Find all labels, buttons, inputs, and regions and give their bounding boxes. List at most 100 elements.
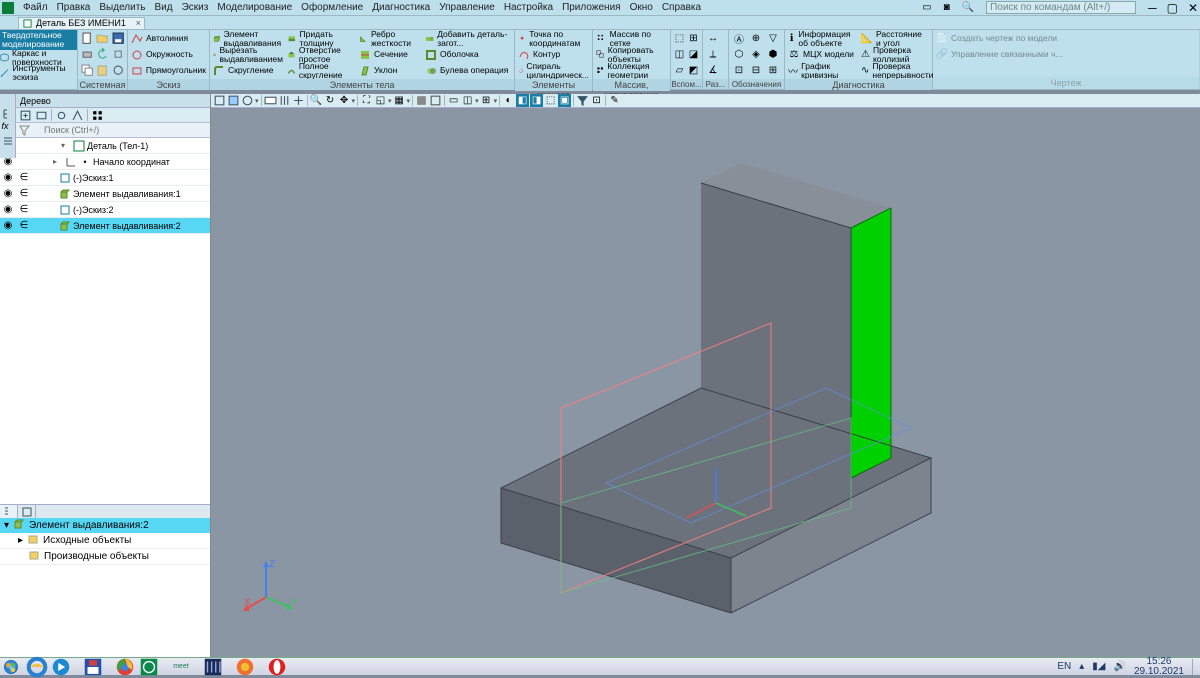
add-part[interactable]: Добавить деталь-загот... — [425, 31, 511, 46]
viewport-3d[interactable]: Z X Y — [211, 108, 1200, 657]
vt-filter[interactable] — [576, 94, 589, 107]
vt-ortho[interactable]: ◱ — [374, 94, 387, 107]
start-button[interactable] — [2, 659, 24, 675]
menu-manage[interactable]: Управление — [439, 2, 495, 13]
include-icon[interactable]: ∈ — [17, 220, 31, 231]
maximize-button[interactable]: ▢ — [1167, 1, 1178, 15]
menu-view[interactable]: Вид — [155, 2, 173, 13]
prop-row-source[interactable]: ▸ Исходные объекты — [0, 533, 210, 549]
close-button[interactable]: ✕ — [1188, 1, 1198, 15]
tree-icon[interactable] — [2, 108, 14, 120]
menu-settings[interactable]: Настройка — [504, 2, 553, 13]
doc-tab[interactable]: Деталь БЕЗ ИМЕНИ1 × — [18, 17, 145, 29]
aux3[interactable]: ◫ — [674, 47, 685, 61]
undo-icon[interactable] — [96, 47, 108, 61]
dim2[interactable]: ⟂ — [706, 47, 720, 61]
tree-origin[interactable]: ◉ ▸ • Начало координат — [0, 154, 210, 170]
tt-5[interactable] — [91, 109, 104, 122]
thicken[interactable]: Придать толщину — [287, 31, 355, 46]
tt-3[interactable] — [55, 109, 68, 122]
vt-h[interactable]: ▣ — [558, 94, 571, 107]
ann1[interactable]: Ⓐ — [732, 31, 746, 45]
print-icon[interactable] — [81, 47, 93, 61]
tb-save[interactable] — [82, 659, 104, 674]
ann8[interactable]: ⊟ — [749, 63, 763, 77]
close-tab-icon[interactable]: × — [136, 18, 141, 28]
extrude[interactable]: Элемент выдавливания — [213, 31, 283, 46]
cut-extrude[interactable]: Вырезать выдавливанием — [213, 47, 283, 62]
menu-file[interactable]: Файл — [23, 2, 48, 13]
mass-props[interactable]: ⚖МЦХ модели — [788, 47, 859, 62]
dim1[interactable]: ↔ — [706, 31, 720, 45]
prop-tab-1[interactable] — [0, 505, 18, 519]
prop-header[interactable]: ▾ Элемент выдавливания:2 — [0, 518, 210, 533]
vt-2[interactable] — [227, 94, 240, 107]
vt-pan[interactable]: ✥ — [338, 94, 351, 107]
spiral[interactable]: Спираль цилиндрическ... — [518, 63, 589, 78]
save-icon[interactable] — [112, 31, 124, 45]
tree-root[interactable]: ▾ Деталь (Тел-1) — [0, 138, 210, 154]
aux2[interactable]: ⊞ — [688, 31, 699, 45]
menu-diag[interactable]: Диагностика — [372, 2, 430, 13]
tray-net-icon[interactable]: ▮◢ — [1092, 661, 1105, 672]
vt-4[interactable] — [264, 94, 277, 107]
full-fillet[interactable]: Полное скругление — [287, 63, 355, 78]
shell[interactable]: Оболочка — [425, 47, 511, 62]
include-icon[interactable]: ∈ — [17, 204, 31, 215]
menu-help[interactable]: Справка — [662, 2, 701, 13]
copy-icon[interactable] — [81, 63, 93, 77]
props-icon[interactable] — [112, 63, 124, 77]
aux5[interactable]: ▱ — [674, 63, 685, 77]
vt-e[interactable]: ◧ — [516, 94, 529, 107]
prop-tab-2[interactable] — [18, 505, 36, 519]
tb-ie[interactable] — [26, 659, 48, 674]
vt-1[interactable] — [213, 94, 226, 107]
continuity[interactable]: ∿Проверка непрерывности — [861, 63, 929, 78]
tb-app1[interactable] — [202, 659, 224, 674]
pattern-grid[interactable]: Массив по сетке — [596, 31, 667, 46]
rib[interactable]: Ребро жесткости — [359, 31, 421, 46]
menu-apps[interactable]: Приложения — [562, 2, 621, 13]
show-desktop[interactable] — [1192, 659, 1198, 675]
point-coord[interactable]: Точка по координатам — [518, 31, 589, 46]
vt-j[interactable]: ✎ — [608, 94, 621, 107]
aux4[interactable]: ◪ — [688, 47, 699, 61]
menu-model[interactable]: Моделирование — [217, 2, 292, 13]
tb-opera[interactable] — [266, 659, 288, 674]
layers-icon[interactable] — [2, 134, 14, 146]
vt-5[interactable] — [278, 94, 291, 107]
menu-design[interactable]: Оформление — [301, 2, 363, 13]
menu-select[interactable]: Выделить — [99, 2, 145, 13]
vt-f[interactable]: ◨ — [530, 94, 543, 107]
visibility-icon[interactable]: ◉ — [1, 220, 15, 231]
rectangle[interactable]: Прямоугольник — [131, 63, 206, 78]
filter-icon[interactable] — [19, 125, 30, 136]
tb-kompas[interactable] — [138, 659, 160, 674]
ann2[interactable]: ⊕ — [749, 31, 763, 45]
tt-1[interactable] — [19, 109, 32, 122]
vt-6[interactable] — [292, 94, 305, 107]
ann3[interactable]: ▽ — [766, 31, 780, 45]
include-icon[interactable]: ∈ — [17, 188, 31, 199]
section[interactable]: Сечение — [359, 47, 421, 62]
dim3[interactable]: ∡ — [706, 63, 720, 77]
vt-persp[interactable]: ▦ — [393, 94, 406, 107]
curvature[interactable]: 〰График кривизны — [788, 63, 859, 78]
collection[interactable]: Коллекция геометрии — [596, 63, 667, 78]
minimize-button[interactable]: ─ — [1148, 1, 1157, 15]
redo-icon[interactable] — [112, 47, 124, 61]
tt-2[interactable] — [35, 109, 48, 122]
open-icon[interactable] — [96, 31, 108, 45]
tree-extrude1[interactable]: ◉ ∈ Элемент выдавливания:1 — [0, 186, 210, 202]
circle[interactable]: Окружность — [131, 47, 206, 62]
collision[interactable]: ⚠Проверка коллизий — [861, 47, 929, 62]
menu-sketch[interactable]: Эскиз — [182, 2, 209, 13]
vt-zoom[interactable]: 🔍 — [310, 94, 323, 107]
autoline[interactable]: Автолиния — [131, 31, 206, 46]
view-triad[interactable]: Z X Y — [241, 557, 301, 617]
paste-icon[interactable] — [96, 63, 108, 77]
tray-up-icon[interactable]: ▴ — [1079, 661, 1084, 672]
tree-extrude2[interactable]: ◉ ∈ Элемент выдавливания:2 — [0, 218, 210, 234]
ann4[interactable]: ⬡ — [732, 47, 746, 61]
tree-search[interactable] — [32, 125, 207, 135]
